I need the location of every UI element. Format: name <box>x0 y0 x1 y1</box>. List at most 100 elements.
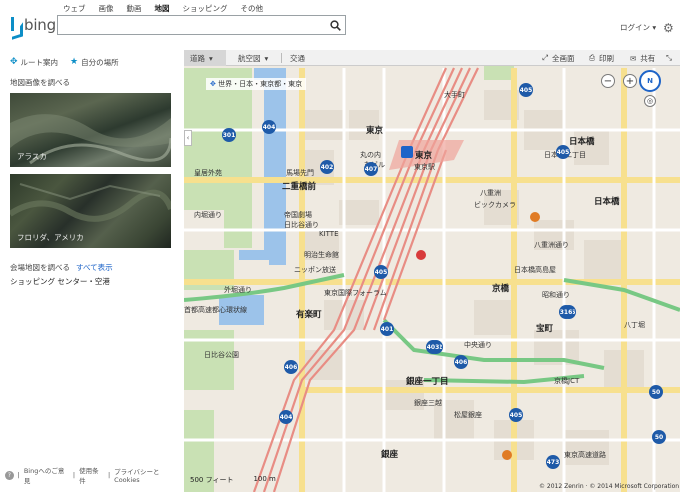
map-label: 松屋銀座 <box>454 411 482 419</box>
venue-maps-title: 会場地図を調べる <box>10 263 70 272</box>
search-button[interactable] <box>325 16 345 34</box>
login-button[interactable]: ログイン ▾ <box>620 22 656 33</box>
map-label: 八重洲 <box>480 189 501 197</box>
gear-icon[interactable]: ⚙ <box>663 21 674 35</box>
login-caret-icon: ▾ <box>652 23 657 32</box>
map-label: 八丁堀 <box>624 321 645 329</box>
privacy-link[interactable]: プライバシーと Cookies <box>114 466 184 484</box>
route-link[interactable]: ✥ ルート案内 <box>10 54 58 70</box>
route-shield: 407 <box>364 162 378 176</box>
traffic-button[interactable]: 交通 <box>290 50 305 66</box>
venue-see-all-link[interactable]: すべて表示 <box>76 262 113 273</box>
route-icon: ✥ <box>10 57 18 67</box>
print-button[interactable]: ⎙ 印刷 <box>589 50 614 66</box>
aerial-view-button[interactable]: 航空図 ▾ <box>238 50 268 66</box>
map-label: 日本橋 <box>569 137 595 147</box>
map-breadcrumb[interactable]: ✥ 世界・日本・東京都・東京 <box>206 78 307 90</box>
toolbar-divider <box>281 53 282 63</box>
scope-shopping[interactable]: ショッピング <box>183 3 228 14</box>
poi-marker[interactable] <box>502 450 512 460</box>
aerial-card-florida[interactable]: フロリダ、アメリカ <box>10 174 171 248</box>
map-label: 首都高速都心環状線 <box>184 306 247 314</box>
poi-marker[interactable] <box>416 250 426 260</box>
print-label: 印刷 <box>599 53 614 63</box>
scope-more[interactable]: その他 <box>241 3 264 14</box>
station-marker[interactable] <box>401 146 413 158</box>
road-view-label: 道路 <box>190 53 205 63</box>
venue-category-link[interactable]: ショッピング センター・空港 <box>10 276 110 287</box>
search-icon <box>329 19 341 31</box>
map-label: 帝国劇場 <box>284 211 312 219</box>
fullscreen-icon: ⤢ <box>542 53 548 62</box>
expand-icon[interactable]: ⤡ <box>666 50 672 66</box>
map-label: 宝町 <box>536 324 554 334</box>
share-label: 共有 <box>640 53 656 63</box>
zoom-in-button[interactable]: + <box>623 74 637 88</box>
compass-button[interactable]: N <box>639 70 661 92</box>
bing-logo[interactable]: bing <box>11 16 56 34</box>
map-label: 東京 <box>366 126 384 136</box>
my-places-label: 自分の場所 <box>81 57 119 67</box>
aerial-caption: フロリダ、アメリカ <box>17 233 84 242</box>
aerial-caption: アラスカ <box>17 152 47 161</box>
route-shield: 406 <box>284 360 298 374</box>
zoom-out-button[interactable]: − <box>601 74 615 88</box>
scope-nav: ウェブ 画像 動画 地図 ショッピング その他 <box>63 3 263 14</box>
scale-bar: 500 フィート 100 m <box>190 475 276 485</box>
footer-sep: | <box>17 471 20 479</box>
map-label: 日本橋 <box>594 197 620 207</box>
my-places-link[interactable]: ★ 自分の場所 <box>70 54 119 70</box>
route-shield: 401 <box>380 322 394 336</box>
scope-images[interactable]: 画像 <box>99 3 114 14</box>
route-shield: 316 <box>559 305 573 319</box>
collapse-panel-button[interactable]: ‹ <box>184 130 192 146</box>
route-shield: 50 <box>649 385 663 399</box>
map-label: 東京高速道路 <box>564 451 606 459</box>
map-label: ニッポン放送 <box>294 266 336 274</box>
road-view-button[interactable]: 道路 ▾ <box>184 50 226 66</box>
map-label: 内堀通り <box>194 211 222 219</box>
map-label: ビックカメラ <box>474 201 516 209</box>
fullscreen-button[interactable]: ⤢ 全画面 <box>542 50 575 66</box>
left-panel-links: ✥ ルート案内 ★ 自分の場所 <box>0 50 184 70</box>
map-label: 銀座一丁目 <box>406 377 449 387</box>
feedback-link[interactable]: Bingへのご意見 <box>24 465 69 485</box>
route-shield: 404 <box>279 410 293 424</box>
route-shield: 405 <box>519 83 533 97</box>
share-button[interactable]: ✉ 共有 <box>630 50 655 66</box>
left-panel: ✥ ルート案内 ★ 自分の場所 地図画像を調べる アラスカ フロリダ、アメリカ … <box>0 50 184 492</box>
locate-me-button[interactable]: ◎ <box>644 95 656 107</box>
mail-icon: ✉ <box>630 53 637 63</box>
terms-link[interactable]: 使用条件 <box>79 465 104 485</box>
aerial-view-label: 航空図 <box>238 53 261 63</box>
route-shield: 402 <box>320 160 334 174</box>
scope-maps[interactable]: 地図 <box>155 3 170 14</box>
map-label: 中央通り <box>464 341 492 349</box>
map-label: 皇居外苑 <box>194 169 222 177</box>
login-label: ログイン <box>620 23 650 32</box>
scope-web[interactable]: ウェブ <box>63 3 86 14</box>
map-label: 八重洲通り <box>534 241 569 249</box>
aerial-card-alaska[interactable]: アラスカ <box>10 93 171 167</box>
search-box <box>57 15 346 35</box>
search-input[interactable] <box>58 16 323 34</box>
scale-meters: 100 m <box>253 475 276 483</box>
map-canvas[interactable]: 道路 ▾ 航空図 ▾ 交通 ⤢ 全画面 ⎙ 印刷 ✉ 共有 ⤡ ✥ 世界・日本・… <box>184 50 680 492</box>
help-icon[interactable]: ? <box>5 470 14 480</box>
poi-marker[interactable] <box>530 212 540 222</box>
map-label: KITTE <box>319 230 339 238</box>
map-label: 昭和通り <box>542 291 570 299</box>
map-toolbar: 道路 ▾ 航空図 ▾ 交通 ⤢ 全画面 ⎙ 印刷 ✉ 共有 ⤡ <box>184 50 680 66</box>
bing-logo-text: bing <box>24 16 56 34</box>
route-shield: 403 <box>426 340 440 354</box>
map-label: 日比谷公園 <box>204 351 239 359</box>
footer-sep: | <box>107 471 111 479</box>
map-label: 東京駅 <box>414 163 435 171</box>
scope-videos[interactable]: 動画 <box>127 3 142 14</box>
map-label: 東京 <box>415 151 433 161</box>
map-label: 京橋 <box>492 284 510 294</box>
footer-sep: | <box>72 471 76 479</box>
route-shield: 405 <box>556 145 570 159</box>
route-shield: 404 <box>262 120 276 134</box>
map-label: 明治生命館 <box>304 251 339 259</box>
